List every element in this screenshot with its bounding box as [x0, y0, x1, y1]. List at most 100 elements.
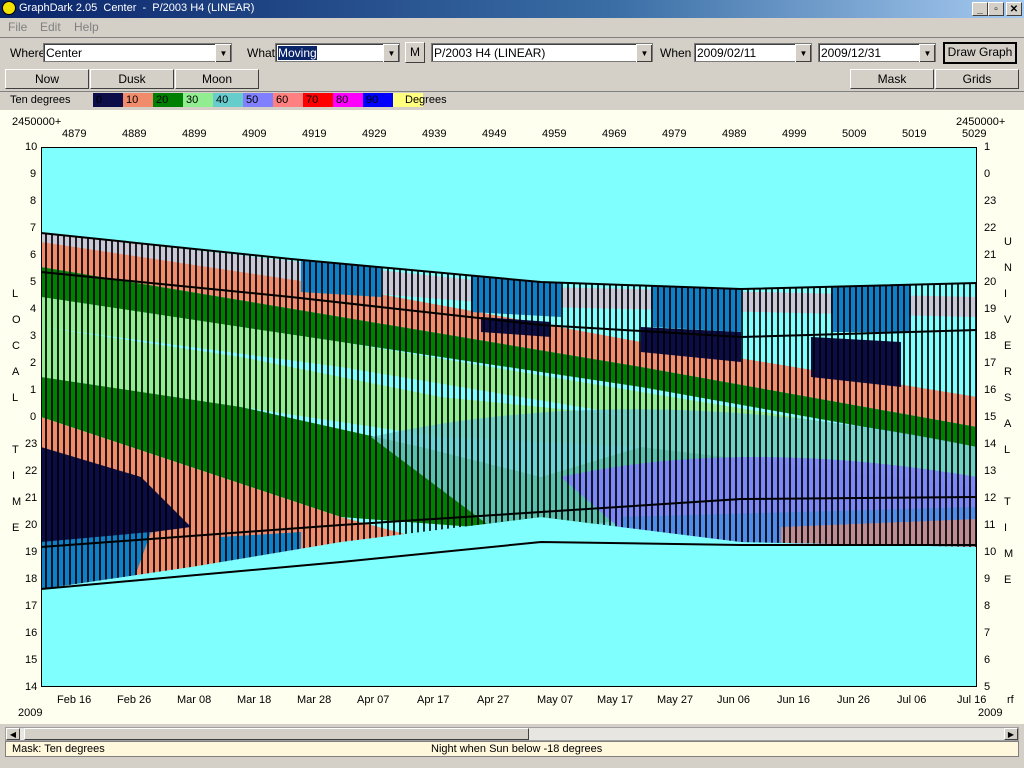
divider: [0, 37, 1024, 38]
local-time-tick: 16: [25, 627, 38, 639]
legend-label: 90: [366, 94, 379, 106]
chart-svg: [41, 147, 977, 687]
local-time-tick: 7: [30, 222, 37, 234]
dusk-button[interactable]: Dusk: [90, 69, 174, 89]
status-night: Night when Sun below -18 degrees: [431, 743, 603, 755]
universal-time-tick: 5: [984, 681, 991, 693]
minimize-button[interactable]: _: [972, 2, 988, 16]
date-tick: May 27: [657, 694, 694, 706]
universal-time-letter: N: [1004, 262, 1012, 274]
local-time-letter: M: [12, 496, 22, 508]
menu-file[interactable]: File: [8, 20, 27, 34]
local-time-tick: 18: [25, 573, 38, 585]
when-start-combo[interactable]: 2009/02/11 ▼: [694, 43, 812, 62]
jd-tick: 4889: [122, 128, 147, 140]
local-time-tick: 8: [30, 195, 37, 207]
local-time-tick: 3: [30, 330, 37, 342]
scroll-left-icon[interactable]: ◀: [6, 728, 20, 740]
jd-tick: 5019: [902, 128, 927, 140]
universal-time-tick: 10: [984, 546, 997, 558]
universal-time-letter: I: [1004, 288, 1008, 300]
jd-tick: 4939: [422, 128, 447, 140]
app-icon[interactable]: [2, 1, 16, 15]
status-mask: Mask: Ten degrees: [12, 743, 105, 755]
where-combo[interactable]: Center ▼: [43, 43, 232, 62]
when-label: When: [660, 46, 692, 60]
universal-time-tick: 9: [984, 573, 991, 585]
jd-tick: 4959: [542, 128, 567, 140]
chevron-down-icon[interactable]: ▼: [383, 44, 399, 62]
local-time-tick: 1: [30, 384, 37, 396]
chevron-down-icon[interactable]: ▼: [215, 44, 231, 62]
jd-tick: 4879: [62, 128, 87, 140]
right-suffix: rf: [1007, 694, 1014, 706]
universal-time-tick: 23: [984, 195, 997, 207]
local-time-letter: I: [12, 470, 16, 482]
universal-time-letter: T: [1004, 496, 1011, 508]
jd-tick: 4979: [662, 128, 687, 140]
restore-button[interactable]: ▫: [988, 2, 1004, 16]
legend-label: 40: [216, 94, 229, 106]
when-end-combo[interactable]: 2009/12/31 ▼: [818, 43, 936, 62]
legend-label: 50: [246, 94, 259, 106]
when-start-value: 2009/02/11: [697, 46, 757, 60]
chevron-down-icon[interactable]: ▼: [795, 44, 811, 62]
local-time-letter: E: [12, 522, 20, 534]
jd-tick: 4969: [602, 128, 627, 140]
jd-tick: 4899: [182, 128, 207, 140]
date-tick: Mar 18: [237, 694, 272, 706]
universal-time-tick: 11: [984, 519, 996, 531]
universal-time-tick: 13: [984, 465, 997, 477]
close-button[interactable]: ✕: [1006, 2, 1022, 16]
where-value: Center: [46, 46, 83, 60]
local-time-letter: T: [12, 444, 19, 456]
date-tick: Apr 27: [477, 694, 510, 706]
object-combo[interactable]: P/2003 H4 (LINEAR) ▼: [431, 43, 653, 62]
title-bar: GraphDark 2.05 Center - P/2003 H4 (LINEA…: [0, 0, 1024, 18]
legend-label: 0: [96, 94, 103, 106]
jd-tick: 5029: [962, 128, 987, 140]
local-time-tick: 21: [25, 492, 38, 504]
chevron-down-icon[interactable]: ▼: [636, 44, 652, 62]
where-label: Where: [10, 46, 46, 60]
menu-edit[interactable]: Edit: [40, 20, 61, 34]
draw-graph-button[interactable]: Draw Graph: [943, 42, 1017, 64]
date-tick: Feb 26: [117, 694, 152, 706]
what-combo[interactable]: Moving ▼: [275, 43, 400, 62]
moon-button[interactable]: Moon: [175, 69, 259, 89]
horizontal-scrollbar[interactable]: ◀ ▶: [5, 727, 1019, 741]
universal-time-tick: 1: [984, 141, 991, 153]
chevron-down-icon[interactable]: ▼: [919, 44, 935, 62]
darkness-chart[interactable]: [41, 147, 977, 687]
now-button[interactable]: Now: [5, 69, 89, 89]
universal-time-tick: 16: [984, 384, 997, 396]
universal-time-letter: U: [1004, 236, 1012, 248]
legend-unit: Degrees: [405, 94, 447, 106]
menu-help[interactable]: Help: [74, 20, 99, 34]
local-time-tick: 23: [25, 438, 38, 450]
mask-button[interactable]: Mask: [850, 69, 934, 89]
universal-time-letter: M: [1004, 548, 1014, 560]
m-button[interactable]: M: [405, 42, 425, 63]
grids-button[interactable]: Grids: [935, 69, 1019, 89]
scrollbar-thumb[interactable]: [24, 728, 529, 740]
status-bar: Mask: Ten degrees Night when Sun below -…: [5, 741, 1019, 757]
scroll-right-icon[interactable]: ▶: [1004, 728, 1018, 740]
universal-time-tick: 12: [984, 492, 997, 504]
legend-label: 20: [156, 94, 169, 106]
universal-time-tick: 18: [984, 330, 997, 342]
menu-bar: File Edit Help: [0, 18, 1024, 36]
universal-time-letter: A: [1004, 418, 1012, 430]
jd-tick: 5009: [842, 128, 867, 140]
universal-time-tick: 22: [984, 222, 997, 234]
date-tick: Jun 06: [717, 694, 751, 706]
local-time-tick: 14: [25, 681, 38, 693]
what-label: What: [247, 46, 276, 60]
universal-time-letter: L: [1004, 444, 1011, 456]
what-value: Moving: [278, 46, 317, 60]
local-time-tick: 19: [25, 546, 38, 558]
universal-time-tick: 0: [984, 168, 991, 180]
universal-time-tick: 14: [984, 438, 997, 450]
universal-time-tick: 19: [984, 303, 997, 315]
date-tick: Jul 16: [957, 694, 987, 706]
